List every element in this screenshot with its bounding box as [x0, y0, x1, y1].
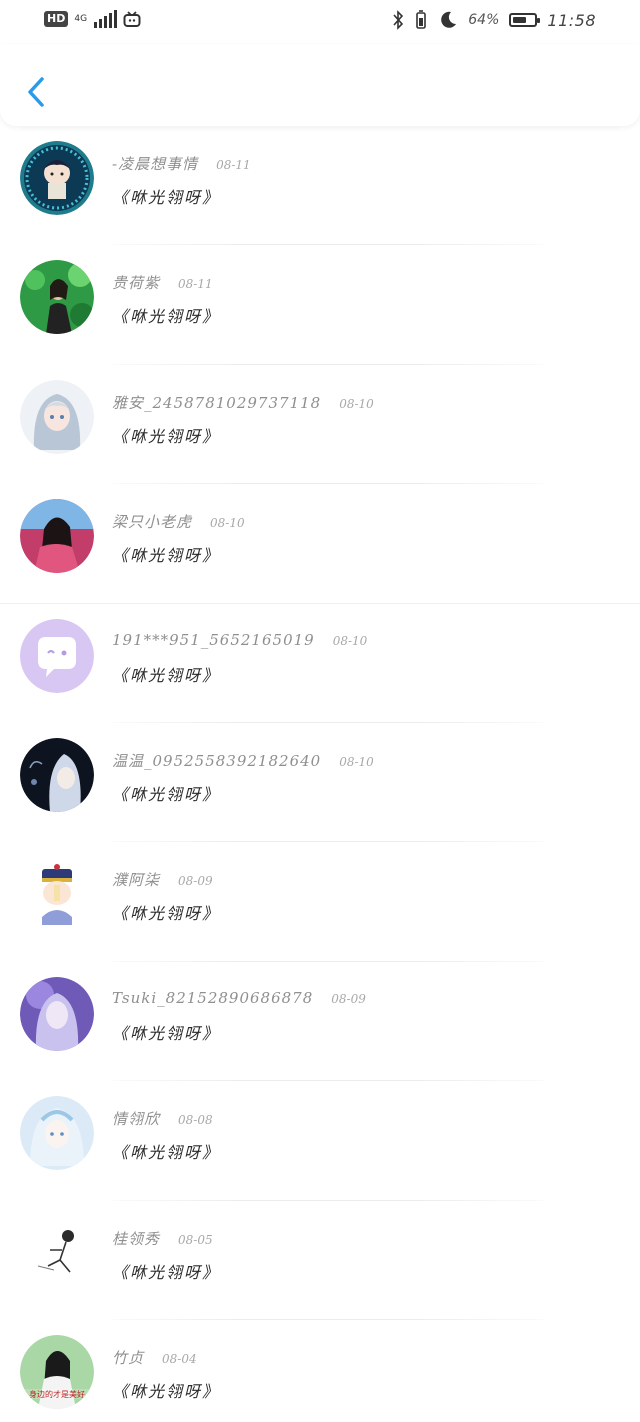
network-type: 4G: [74, 13, 88, 24]
vibrate-icon: [416, 10, 427, 29]
sketch-figure-avatar[interactable]: [20, 1215, 94, 1290]
notification-page: HD 4G 64% 11:58 -凌晨想事情 08-11 《咻光翎呀》 贵荷紫 …: [0, 0, 640, 1422]
anime-girl-silver-avatar[interactable]: [20, 379, 94, 454]
anime-purple-avatar[interactable]: [20, 976, 94, 1051]
message-text: 《咻光翎呀》: [112, 546, 221, 566]
qing-cartoon-avatar[interactable]: [20, 857, 94, 932]
top-nav-bar: [0, 44, 640, 126]
sender-name[interactable]: 情翎欣: [112, 1108, 160, 1129]
sender-line: 191***951_5652165019 08-10: [112, 631, 367, 649]
anime-ice-avatar[interactable]: [20, 1096, 94, 1171]
chevron-left-icon: [28, 77, 44, 107]
sender-line: Tsuki_82152890686878 08-09: [112, 989, 366, 1007]
sender-line: 温温_0952558392182640 08-10: [112, 750, 374, 771]
bluetooth-icon: [393, 10, 404, 30]
sender-name[interactable]: 桂领秀: [112, 1228, 160, 1249]
sender-line: 濮阿柒 08-09: [112, 869, 213, 890]
sender-name[interactable]: 梁只小老虎: [112, 511, 192, 532]
sender-name[interactable]: 温温_0952558392182640: [112, 750, 321, 771]
sender-line: 桂领秀 08-05: [112, 1228, 213, 1249]
sender-name[interactable]: 贵荷紫: [112, 272, 160, 293]
girl-poster-avatar[interactable]: 身边的才是美好: [20, 1334, 94, 1409]
message-item[interactable]: 濮阿柒 08-09 《咻光翎呀》: [0, 842, 640, 962]
anime-boy-avatar[interactable]: [20, 141, 94, 215]
message-item[interactable]: 身边的才是美好 竹贞 08-04 《咻光翎呀》: [0, 1320, 640, 1422]
message-text: 《咻光翎呀》: [112, 904, 221, 924]
sender-name[interactable]: 191***951_5652165019: [112, 631, 315, 649]
anime-dark-avatar[interactable]: [20, 737, 94, 812]
moon-icon: [441, 11, 457, 28]
message-text: 《咻光翎呀》: [112, 665, 221, 685]
message-item[interactable]: 桂领秀 08-05 《咻光翎呀》: [0, 1201, 640, 1320]
signal-icon: [94, 10, 118, 28]
sender-name[interactable]: -凌晨想事情: [112, 153, 198, 174]
battery-percent: 64%: [468, 12, 500, 28]
message-date: 08-09: [178, 874, 213, 889]
status-time: 11:58: [547, 10, 596, 30]
battery-fill: [513, 17, 527, 23]
message-date: 08-11: [178, 277, 213, 292]
battery-icon: [509, 13, 541, 27]
message-item[interactable]: 贵荷紫 08-11 《咻光翎呀》: [0, 245, 640, 365]
message-text: 《咻光翎呀》: [112, 426, 221, 446]
status-bar: HD 4G 64% 11:58: [0, 0, 640, 44]
message-item[interactable]: -凌晨想事情 08-11 《咻光翎呀》: [0, 126, 640, 246]
message-text: 《咻光翎呀》: [112, 1262, 221, 1282]
message-date: 08-08: [178, 1113, 213, 1128]
message-text: 《咻光翎呀》: [112, 1023, 221, 1043]
message-date: 08-10: [339, 396, 374, 411]
status-left: HD 4G: [44, 10, 141, 28]
sender-name[interactable]: 雅安_2458781029737118: [112, 392, 321, 413]
sender-name[interactable]: 竹贞: [112, 1347, 144, 1368]
message-text: 《咻光翎呀》: [112, 1381, 221, 1401]
message-date: 08-05: [178, 1232, 213, 1247]
message-item[interactable]: 梁只小老虎 08-10 《咻光翎呀》: [0, 484, 640, 604]
message-date: 08-10: [332, 633, 368, 648]
message-item[interactable]: 情翎欣 08-08 《咻光翎呀》: [0, 1081, 640, 1201]
message-item[interactable]: 温温_0952558392182640 08-10 《咻光翎呀》: [0, 723, 640, 843]
back-button[interactable]: [18, 72, 54, 112]
message-date: 08-04: [162, 1351, 197, 1366]
sender-name[interactable]: 濮阿柒: [112, 869, 160, 890]
sender-line: -凌晨想事情 08-11: [112, 153, 251, 174]
sender-name[interactable]: Tsuki_82152890686878: [112, 989, 313, 1007]
status-right: 64% 11:58: [392, 10, 596, 30]
message-date: 08-09: [331, 991, 366, 1006]
default-chat-avatar[interactable]: [20, 618, 94, 693]
message-text: 《咻光翎呀》: [112, 307, 221, 327]
message-text: 《咻光翎呀》: [112, 188, 221, 207]
sender-line: 贵荷紫 08-11: [112, 272, 213, 293]
girl-greenery-avatar[interactable]: [20, 260, 94, 335]
avatar-caption: 身边的才是美好: [29, 1389, 85, 1399]
message-item[interactable]: Tsuki_82152890686878 08-09 《咻光翎呀》: [0, 962, 640, 1082]
message-text: 《咻光翎呀》: [112, 784, 221, 804]
sender-line: 雅安_2458781029737118 08-10: [112, 392, 374, 413]
tv-icon: [123, 11, 141, 27]
girl-pink-avatar[interactable]: [20, 499, 94, 574]
message-list: -凌晨想事情 08-11 《咻光翎呀》 贵荷紫 08-11 《咻光翎呀》 雅安_2458…: [0, 126, 640, 1422]
sender-line: 竹贞 08-04: [112, 1347, 197, 1368]
message-item[interactable]: 雅安_2458781029737118 08-10 《咻光翎呀》: [0, 365, 640, 485]
sender-line: 情翎欣 08-08: [112, 1108, 213, 1129]
message-date: 08-11: [216, 158, 251, 172]
hd-badge: HD: [44, 11, 69, 27]
message-text: 《咻光翎呀》: [112, 1143, 221, 1163]
message-date: 08-10: [339, 754, 374, 769]
sender-line: 梁只小老虎 08-10: [112, 511, 245, 532]
message-date: 08-10: [210, 516, 245, 531]
message-item[interactable]: 191***951_5652165019 08-10 《咻光翎呀》: [0, 604, 640, 723]
